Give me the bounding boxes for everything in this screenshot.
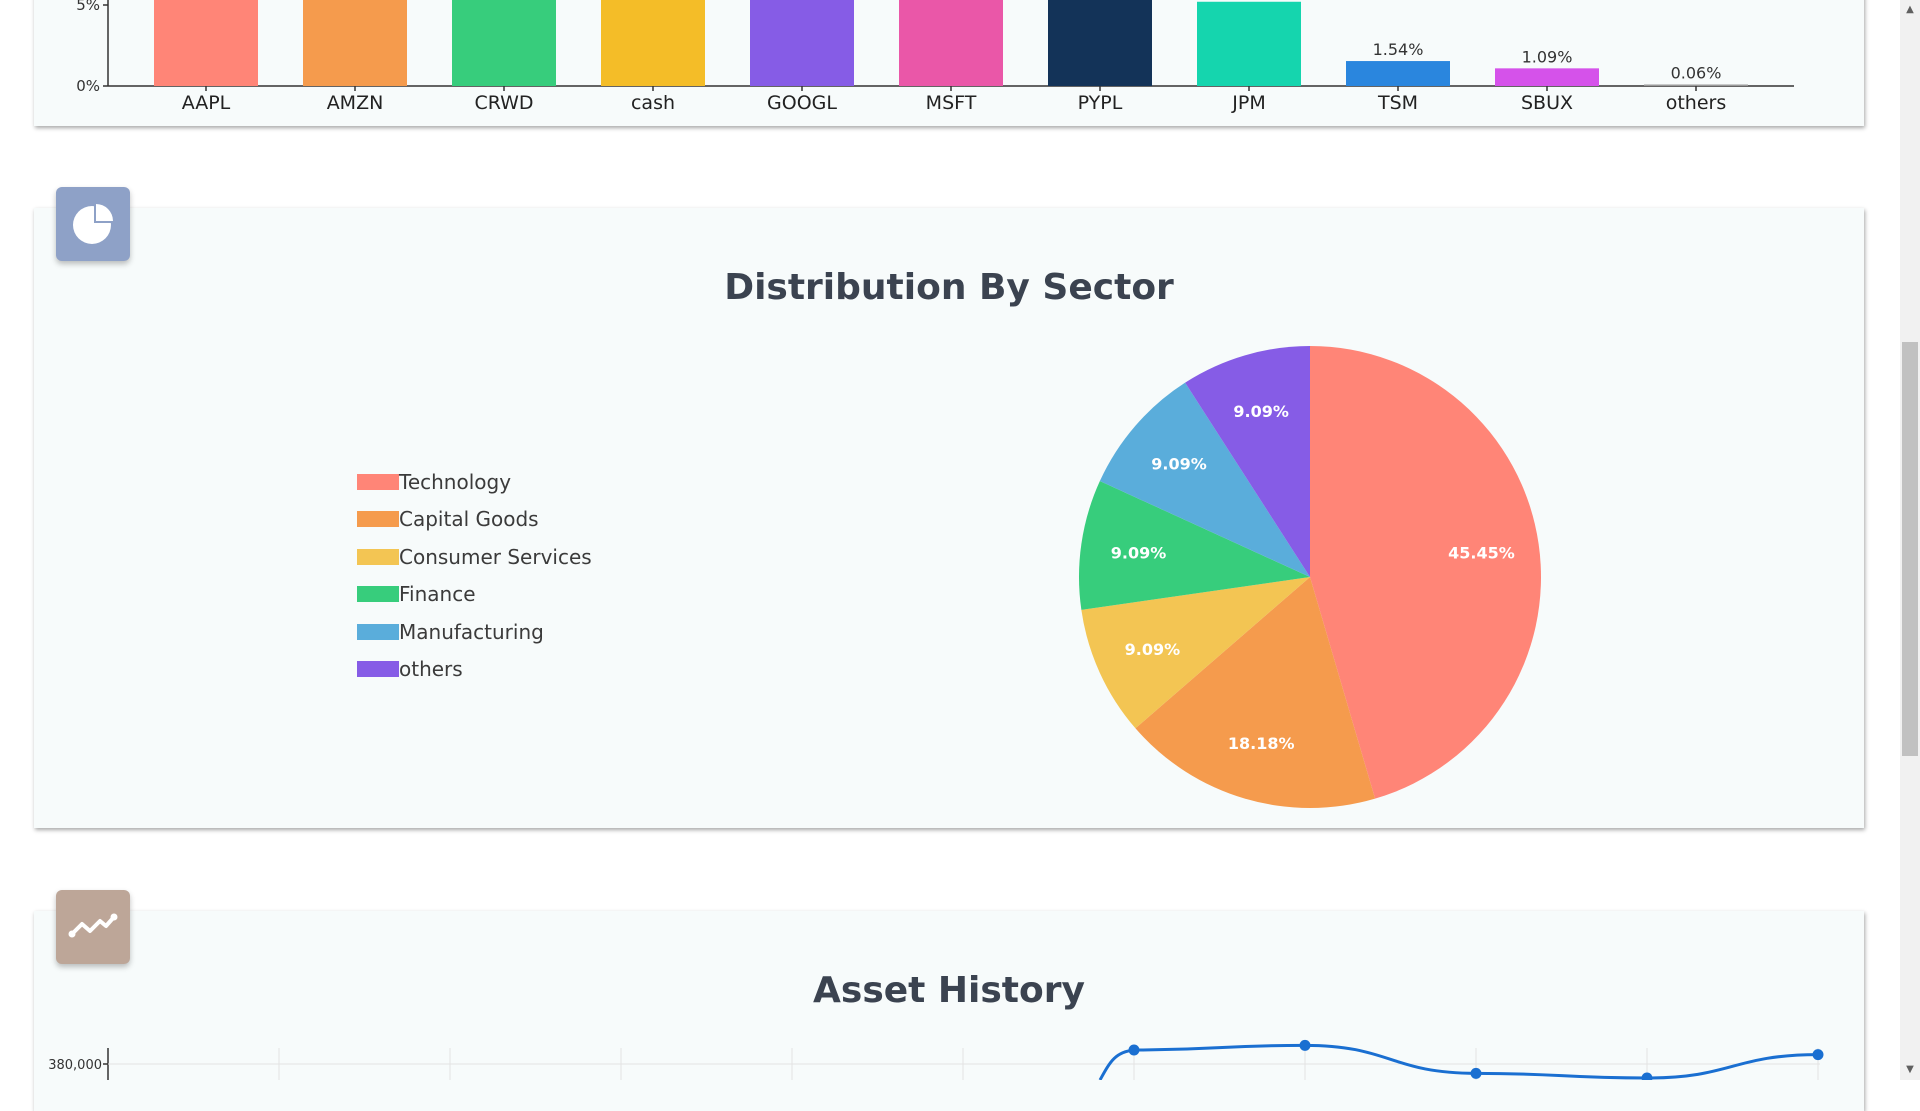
bar-x-tick-label: CRWD [474,92,533,114]
bar-x-tick-label: GOOGL [767,92,837,114]
bar-value-label: 1.09% [1522,47,1573,66]
bar-crwd [452,0,556,86]
sector-card: Distribution By Sector [34,208,1864,828]
history-icon-box [56,890,130,964]
legend-item[interactable]: others [357,651,592,689]
bar-x-tick-label: AAPL [182,92,231,114]
bar-cash [601,0,705,86]
legend-swatch [357,473,399,490]
bar-x-tick-label: AMZN [327,92,384,114]
bar-pypl [1048,0,1152,86]
legend-label: Manufacturing [399,619,544,644]
holdings-bar-chart: 5% 0% AAPL AMZN CRWD cash GOOGL MSFT PYPL JPM TSM 1… [76,0,1794,114]
pie-chart-icon [73,204,113,244]
bar-others [1644,84,1748,86]
bar-sbux [1495,68,1599,86]
bar-aapl [154,0,258,86]
scroll-up-arrow-icon[interactable]: ▲ [1902,4,1918,15]
legend-item[interactable]: Capital Goods [357,501,592,539]
holdings-card: 5% 0% AAPL AMZN CRWD cash GOOGL MSFT PYPL JPM TSM 1… [34,0,1864,126]
bar-x-tick-label: PYPL [1078,92,1123,114]
legend-item[interactable]: Finance [357,576,592,614]
history-chart-title: Asset History [813,970,1085,1011]
bar-x-tick-label: cash [631,92,675,114]
history-card: Asset History [34,911,1864,1111]
bar-jpm [1197,1,1301,86]
bar-tsm [1346,61,1450,86]
legend-swatch [357,661,399,678]
legend-swatch [357,511,399,528]
legend-swatch [357,623,399,640]
sector-chart-title: Distribution By Sector [724,267,1174,308]
bar-y-tick-label: 5% [76,0,100,14]
legend-item[interactable]: Consumer Services [357,538,592,576]
bar-googl [750,0,854,86]
legend-item[interactable]: Manufacturing [357,613,592,651]
bar-x-tick-label: JPM [1231,92,1265,114]
bar-y-tick-label: 0% [76,77,100,95]
sector-legend: Technology Capital Goods Consumer Services… [357,463,592,688]
bar-msft [899,0,1003,86]
bar-x-tick-label: others [1666,92,1727,114]
bar-x-tick-label: SBUX [1521,92,1573,114]
sector-icon-box [56,187,130,261]
legend-label: others [399,657,463,682]
legend-label: Technology [399,469,512,494]
bar-x-tick-label: TSM [1377,92,1418,114]
line-chart-icon [68,913,118,938]
page-scrollbar-thumb[interactable] [1902,342,1918,756]
bar-value-label: 1.54% [1373,40,1424,59]
bar-value-label: 0.06% [1671,64,1722,83]
legend-label: Finance [399,582,476,607]
bar-x-tick-label: MSFT [926,92,977,114]
legend-swatch [357,548,399,565]
bar-amzn [303,0,407,86]
legend-label: Capital Goods [399,507,539,532]
legend-label: Consumer Services [399,544,592,569]
scroll-down-arrow-icon[interactable]: ▼ [1902,1064,1918,1075]
legend-swatch [357,586,399,603]
legend-item[interactable]: Technology [357,463,592,501]
